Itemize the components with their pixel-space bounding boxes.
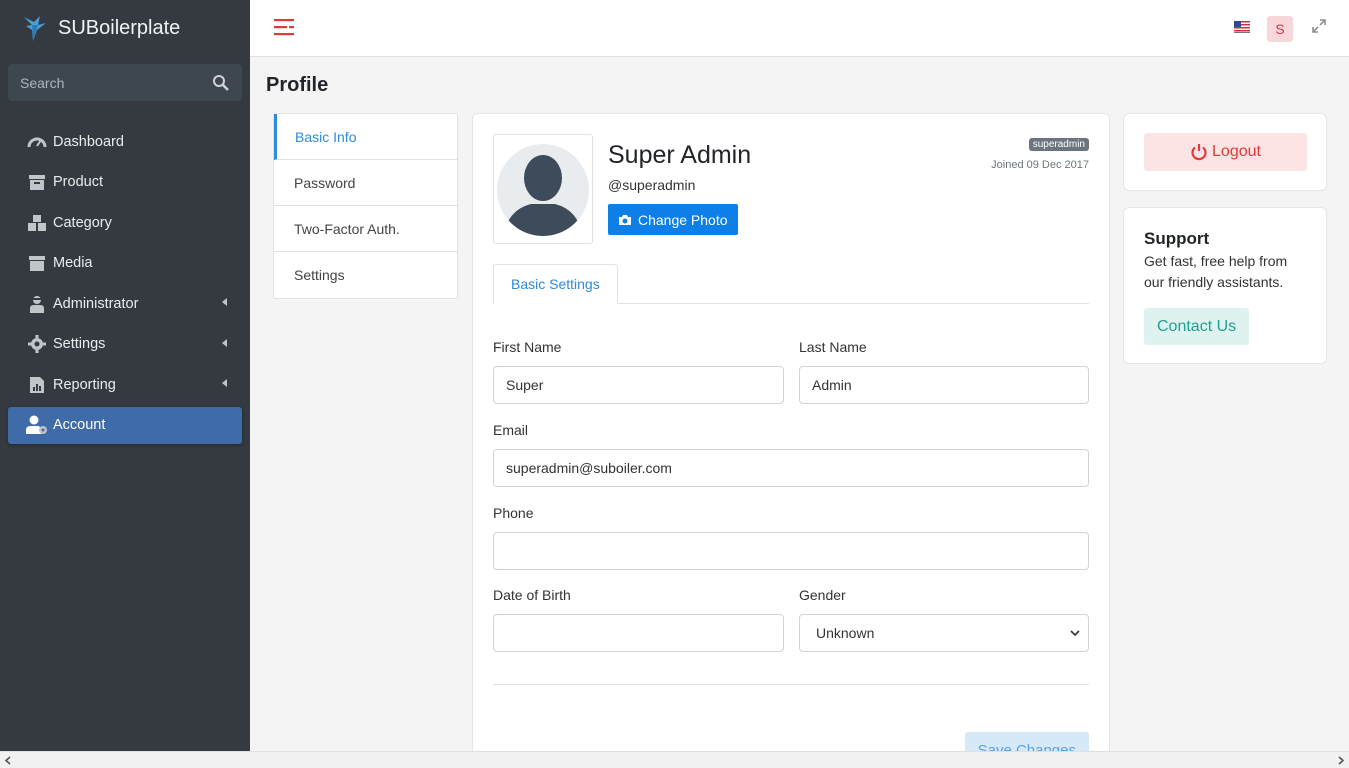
profile-card: Super Admin @superadmin Change Photo sup… xyxy=(472,113,1110,768)
profile-menu: Basic Info Password Two-Factor Auth. Set… xyxy=(273,113,458,299)
user-handle: @superadmin xyxy=(608,177,696,193)
phone-label: Phone xyxy=(493,505,534,521)
account-icon xyxy=(26,415,48,435)
user-avatar[interactable]: S xyxy=(1267,16,1293,42)
avatar-placeholder-icon xyxy=(497,144,589,236)
reporting-icon xyxy=(26,375,48,395)
sidebar-item-product[interactable]: Product xyxy=(8,164,242,201)
sidebar-item-settings[interactable]: Settings xyxy=(8,326,242,363)
sidebar-item-label: Dashboard xyxy=(53,133,124,150)
tab-basic-settings[interactable]: Basic Settings xyxy=(493,264,618,304)
role-badge: superadmin xyxy=(1028,138,1089,151)
administrator-icon xyxy=(26,294,48,314)
profile-menu-basic-info[interactable]: Basic Info xyxy=(274,114,457,160)
fullscreen-icon[interactable] xyxy=(1312,19,1326,33)
horizontal-scrollbar[interactable] xyxy=(0,751,1349,768)
search-icon[interactable] xyxy=(212,74,230,92)
change-photo-label: Change Photo xyxy=(638,211,728,228)
email-input[interactable]: superadmin@suboiler.com xyxy=(493,449,1089,487)
scroll-right-icon[interactable] xyxy=(1337,756,1345,765)
sidebar-item-dashboard[interactable]: Dashboard xyxy=(8,123,242,160)
gender-select-value: Unknown xyxy=(816,625,875,641)
last-name-input[interactable]: Admin xyxy=(799,366,1089,404)
brand-name: SUBoilerplate xyxy=(58,16,181,39)
sidebar-search[interactable] xyxy=(8,64,242,101)
power-icon xyxy=(1191,144,1207,161)
topbar: S xyxy=(250,0,1349,57)
settings-icon xyxy=(26,334,48,354)
support-text: Get fast, free help from our friendly as… xyxy=(1144,253,1288,290)
chevron-down-icon xyxy=(1070,630,1080,637)
sidebar-item-label: Media xyxy=(53,255,93,271)
logout-card: Logout xyxy=(1123,113,1327,191)
settings-tabs: Basic Settings xyxy=(493,264,1089,304)
dashboard-icon xyxy=(26,132,48,152)
chevron-left-icon xyxy=(222,379,227,387)
menu-toggle-icon[interactable] xyxy=(274,17,294,37)
sidebar: SUBoilerplate Dashboard Product Category xyxy=(0,0,250,751)
gender-label: Gender xyxy=(799,587,846,603)
logout-button[interactable]: Logout xyxy=(1144,133,1307,171)
sidebar-item-label: Settings xyxy=(53,336,106,352)
category-icon xyxy=(26,213,48,233)
change-photo-button[interactable]: Change Photo xyxy=(608,204,738,235)
sidebar-item-label: Category xyxy=(53,214,112,231)
scroll-left-icon[interactable] xyxy=(4,756,12,765)
us-flag-icon[interactable] xyxy=(1234,21,1250,33)
user-name: Super Admin xyxy=(608,141,752,169)
page-title: Profile xyxy=(266,74,329,96)
sidebar-item-label: Account xyxy=(53,417,106,433)
logout-label: Logout xyxy=(1212,143,1261,160)
first-name-label: First Name xyxy=(493,339,562,355)
chevron-left-icon xyxy=(222,298,227,306)
email-label: Email xyxy=(493,422,529,438)
joined-date: Joined 09 Dec 2017 xyxy=(991,159,1089,171)
sidebar-nav: Dashboard Product Category Media Adminis… xyxy=(0,123,250,444)
gender-select[interactable]: Unknown xyxy=(799,614,1089,652)
sidebar-item-account[interactable]: Account xyxy=(8,406,242,444)
contact-us-button[interactable]: Contact Us xyxy=(1144,308,1250,345)
dob-input[interactable] xyxy=(493,614,784,652)
first-name-input[interactable]: Super xyxy=(493,366,784,404)
profile-menu-two-factor[interactable]: Two-Factor Auth. xyxy=(274,206,457,252)
profile-menu-password[interactable]: Password xyxy=(274,160,457,206)
last-name-label: Last Name xyxy=(799,339,867,355)
sidebar-item-administrator[interactable]: Administrator xyxy=(8,285,242,322)
profile-avatar xyxy=(493,134,593,244)
sidebar-item-media[interactable]: Media xyxy=(8,245,242,282)
bird-logo-icon xyxy=(24,16,46,41)
support-card: Support Get fast, free help from our fri… xyxy=(1123,207,1327,364)
chevron-left-icon xyxy=(222,338,227,347)
camera-icon xyxy=(619,214,631,225)
sidebar-item-reporting[interactable]: Reporting xyxy=(8,366,242,403)
sidebar-item-label: Product xyxy=(53,174,103,190)
search-input[interactable] xyxy=(20,74,190,91)
dob-label: Date of Birth xyxy=(493,587,571,603)
form-divider xyxy=(493,684,1089,685)
sidebar-item-label: Administrator xyxy=(53,295,139,312)
media-icon xyxy=(26,253,48,273)
profile-menu-settings[interactable]: Settings xyxy=(274,252,457,298)
phone-input[interactable] xyxy=(493,532,1089,570)
brand[interactable]: SUBoilerplate xyxy=(0,0,250,56)
sidebar-item-category[interactable]: Category xyxy=(8,204,242,241)
support-title: Support xyxy=(1144,229,1210,248)
sidebar-item-label: Reporting xyxy=(53,376,116,393)
product-icon xyxy=(26,172,48,192)
